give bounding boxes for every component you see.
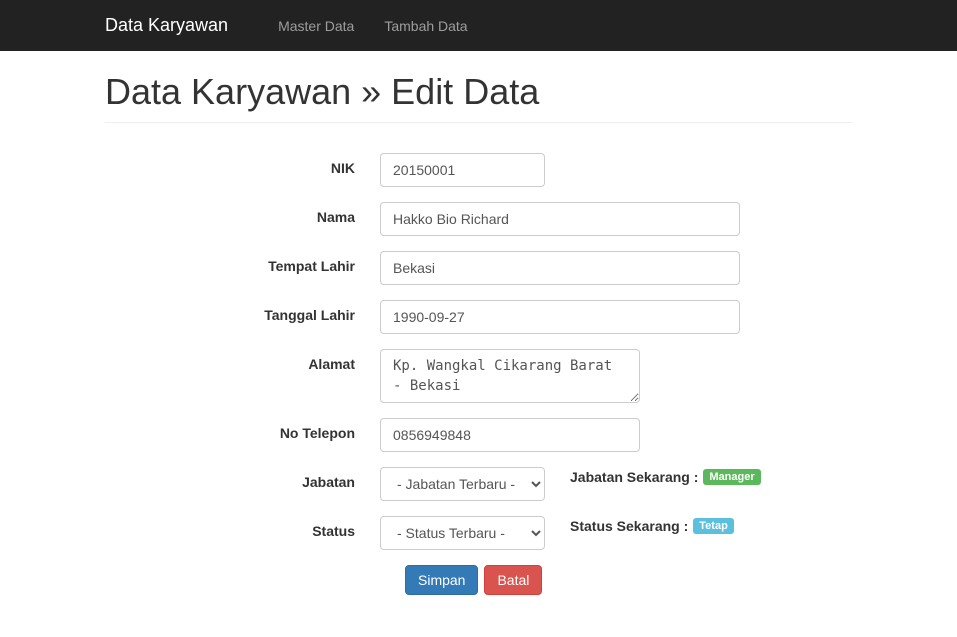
label-status: Status [105,516,380,539]
save-button[interactable]: Simpan [405,565,478,595]
input-no-telepon[interactable] [380,418,640,452]
form-group-status: Status - Status Terbaru - Status Sekaran… [105,516,852,550]
form-buttons: Simpan Batal [105,565,852,595]
status-current-info: Status Sekarang : Tetap [570,516,734,534]
page-title: Data Karyawan » Edit Data [105,71,852,113]
page-header: Data Karyawan » Edit Data [105,71,852,123]
navbar-brand[interactable]: Data Karyawan [105,0,243,51]
select-status[interactable]: - Status Terbaru - [380,516,545,550]
navbar: Data Karyawan Master Data Tambah Data [0,0,957,51]
cancel-button[interactable]: Batal [484,565,542,595]
form-group-tanggal-lahir: Tanggal Lahir [105,300,852,334]
input-nik[interactable] [380,153,545,187]
main-container: Data Karyawan » Edit Data NIK Nama Tempa… [0,71,957,595]
label-tanggal-lahir: Tanggal Lahir [105,300,380,323]
jabatan-current-info: Jabatan Sekarang : Manager [570,467,761,485]
form-group-jabatan: Jabatan - Jabatan Terbaru - Jabatan Seka… [105,467,852,501]
jabatan-current-badge: Manager [703,469,760,485]
edit-form: NIK Nama Tempat Lahir Tanggal Lahir Alam… [105,153,852,595]
label-alamat: Alamat [105,349,380,372]
select-jabatan[interactable]: - Jabatan Terbaru - [380,467,545,501]
jabatan-current-label: Jabatan Sekarang : [570,469,698,485]
status-current-label: Status Sekarang : [570,518,688,534]
status-current-badge: Tetap [693,518,734,534]
label-no-telepon: No Telepon [105,418,380,441]
label-nik: NIK [105,153,380,176]
label-jabatan: Jabatan [105,467,380,490]
input-tempat-lahir[interactable] [380,251,740,285]
textarea-alamat[interactable]: Kp. Wangkal Cikarang Barat - Bekasi [380,349,640,403]
form-group-alamat: Alamat Kp. Wangkal Cikarang Barat - Beka… [105,349,852,403]
label-nama: Nama [105,202,380,225]
form-group-no-telepon: No Telepon [105,418,852,452]
form-group-tempat-lahir: Tempat Lahir [105,251,852,285]
form-group-nik: NIK [105,153,852,187]
input-tanggal-lahir[interactable] [380,300,740,334]
nav-master-data[interactable]: Master Data [263,3,369,49]
input-nama[interactable] [380,202,740,236]
form-group-nama: Nama [105,202,852,236]
nav-tambah-data[interactable]: Tambah Data [369,3,482,49]
label-tempat-lahir: Tempat Lahir [105,251,380,274]
